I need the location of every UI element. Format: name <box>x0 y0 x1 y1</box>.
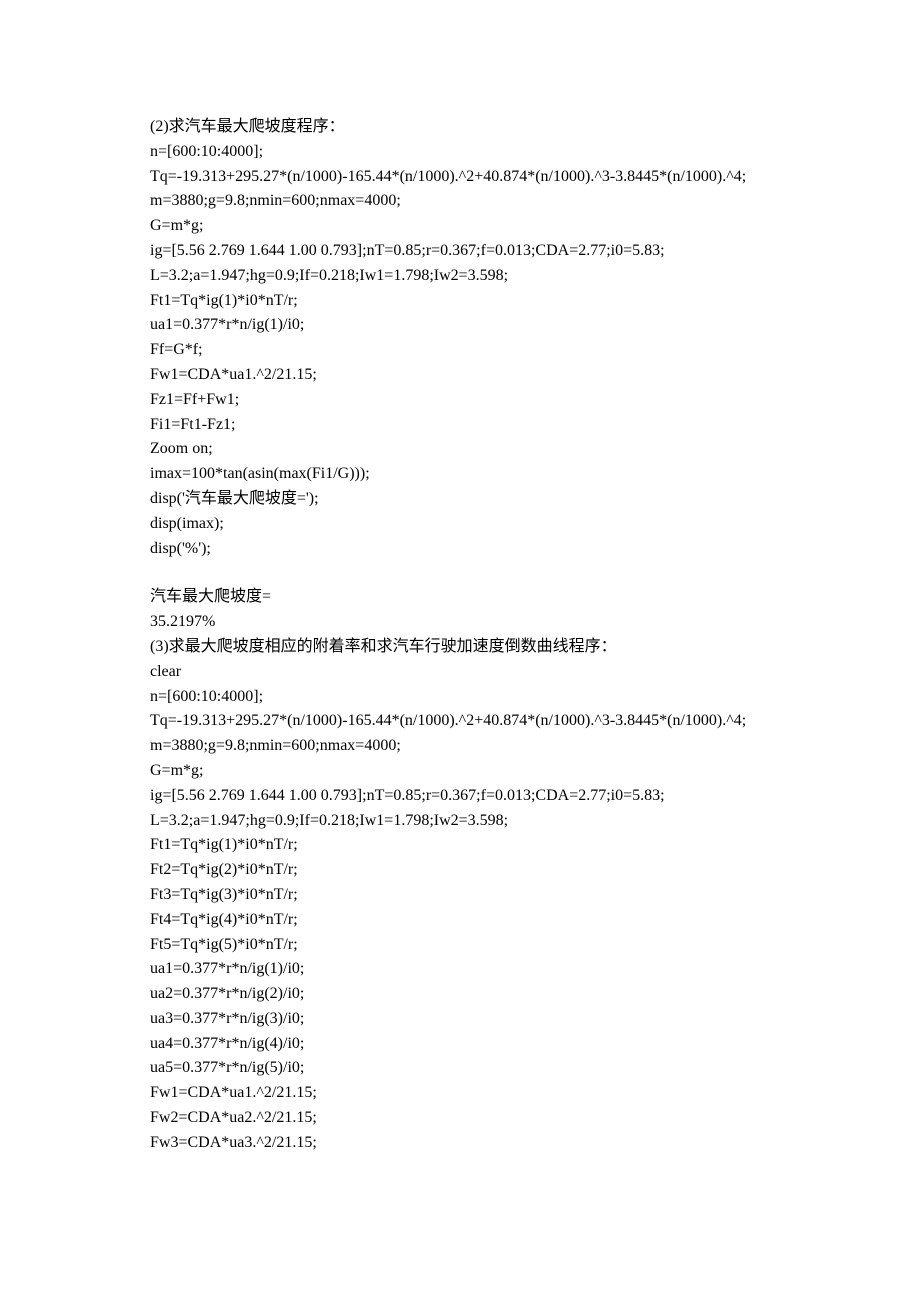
blank-line <box>150 561 770 585</box>
code-line: disp('汽车最大爬坡度='); <box>150 487 770 512</box>
code-line: Ff=G*f; <box>150 338 770 363</box>
code-line: ua2=0.377*r*n/ig(2)/i0; <box>150 982 770 1007</box>
code-line: 汽车最大爬坡度= <box>150 585 770 610</box>
code-line: ua1=0.377*r*n/ig(1)/i0; <box>150 313 770 338</box>
code-line: ua5=0.377*r*n/ig(5)/i0; <box>150 1056 770 1081</box>
code-line: Fw1=CDA*ua1.^2/21.15; <box>150 363 770 388</box>
code-line: ua3=0.377*r*n/ig(3)/i0; <box>150 1007 770 1032</box>
code-line: Tq=-19.313+295.27*(n/1000)-165.44*(n/100… <box>150 165 770 190</box>
code-line: (2)求汽车最大爬坡度程序： <box>150 115 770 140</box>
code-line: Ft4=Tq*ig(4)*i0*nT/r; <box>150 908 770 933</box>
code-line: L=3.2;a=1.947;hg=0.9;If=0.218;Iw1=1.798;… <box>150 809 770 834</box>
code-line: G=m*g; <box>150 214 770 239</box>
code-line: disp(imax); <box>150 512 770 537</box>
code-line: n=[600:10:4000]; <box>150 140 770 165</box>
code-line: n=[600:10:4000]; <box>150 685 770 710</box>
code-line: Fw3=CDA*ua3.^2/21.15; <box>150 1131 770 1156</box>
code-line: Tq=-19.313+295.27*(n/1000)-165.44*(n/100… <box>150 709 770 734</box>
code-line: (3)求最大爬坡度相应的附着率和求汽车行驶加速度倒数曲线程序： <box>150 635 770 660</box>
code-line: disp('%'); <box>150 537 770 562</box>
code-line: Fw1=CDA*ua1.^2/21.15; <box>150 1081 770 1106</box>
code-line: ig=[5.56 2.769 1.644 1.00 0.793];nT=0.85… <box>150 784 770 809</box>
code-line: G=m*g; <box>150 759 770 784</box>
code-line: Ft1=Tq*ig(1)*i0*nT/r; <box>150 833 770 858</box>
code-line: Ft3=Tq*ig(3)*i0*nT/r; <box>150 883 770 908</box>
code-line: Fw2=CDA*ua2.^2/21.15; <box>150 1106 770 1131</box>
code-line: Fz1=Ff+Fw1; <box>150 388 770 413</box>
code-line: 35.2197% <box>150 610 770 635</box>
code-line: Ft2=Tq*ig(2)*i0*nT/r; <box>150 858 770 883</box>
code-line: ua1=0.377*r*n/ig(1)/i0; <box>150 957 770 982</box>
code-line: imax=100*tan(asin(max(Fi1/G))); <box>150 462 770 487</box>
code-line: clear <box>150 660 770 685</box>
code-line: Ft5=Tq*ig(5)*i0*nT/r; <box>150 933 770 958</box>
code-line: ua4=0.377*r*n/ig(4)/i0; <box>150 1032 770 1057</box>
code-line: Fi1=Ft1-Fz1; <box>150 413 770 438</box>
code-line: L=3.2;a=1.947;hg=0.9;If=0.218;Iw1=1.798;… <box>150 264 770 289</box>
code-line: m=3880;g=9.8;nmin=600;nmax=4000; <box>150 734 770 759</box>
code-line: ig=[5.56 2.769 1.644 1.00 0.793];nT=0.85… <box>150 239 770 264</box>
code-line: Ft1=Tq*ig(1)*i0*nT/r; <box>150 289 770 314</box>
code-line: Zoom on; <box>150 437 770 462</box>
document-page: (2)求汽车最大爬坡度程序：n=[600:10:4000];Tq=-19.313… <box>0 0 920 1302</box>
code-line: m=3880;g=9.8;nmin=600;nmax=4000; <box>150 189 770 214</box>
